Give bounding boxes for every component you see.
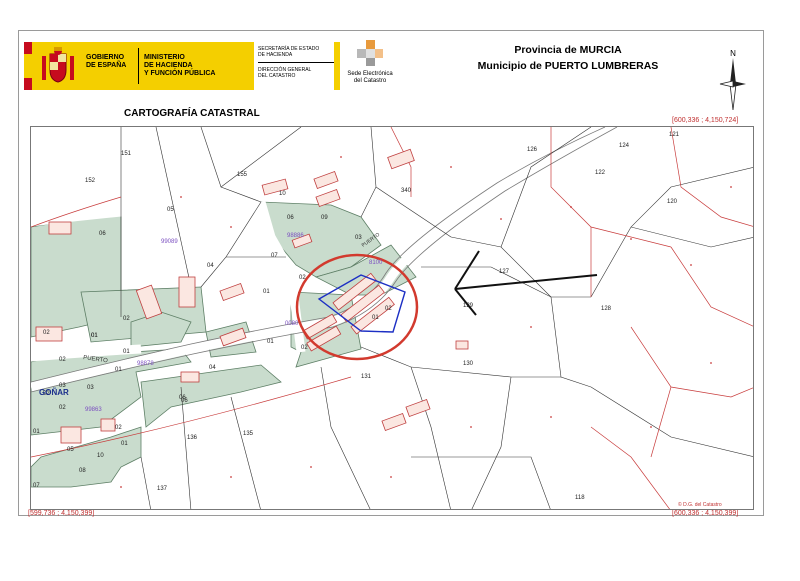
gobierno-text: GOBIERNO DE ESPAÑA (86, 54, 126, 70)
parcel-label: 131 (361, 374, 372, 380)
parcel-label: 152 (85, 178, 96, 184)
secretaria-line2: DE HACIENDA (258, 52, 293, 58)
parcel-label: 01 (372, 315, 379, 321)
provincia-text: Provincia de MURCIA (514, 44, 622, 56)
parcel-label: 130 (463, 361, 474, 367)
parcel-label: 01 (91, 333, 98, 339)
secretaria-text: SECRETARÍA DE ESTADO DE HACIENDA DIRECCI… (254, 42, 334, 90)
parcel-label: 08 (79, 468, 86, 474)
sede-line1: Sede Electrónica (347, 71, 393, 77)
parcel-label: 01 (115, 367, 122, 373)
parcel-label: 07 (271, 253, 278, 259)
parcel-label: 02 (59, 405, 66, 411)
parcel-label: 136 (187, 435, 198, 441)
parcel-label: 07 (33, 483, 40, 489)
block-code: 99863 (85, 407, 102, 413)
parcel-label: 03 (355, 235, 362, 241)
map-canvas[interactable]: 151 152 155 05 10 06 09 340 126 124 122 … (31, 127, 754, 510)
parcel-label: 126 (527, 147, 538, 153)
parcel-label: 151 (121, 151, 132, 157)
block-code: 98878 (137, 361, 154, 367)
parcel-label: 02 (385, 306, 392, 312)
parcel-label: 01 (267, 339, 274, 345)
parcel-label: 05 (167, 207, 174, 213)
parcel-label: 02 (299, 275, 306, 281)
ministerio-line2: DE HACIENDA (144, 62, 193, 69)
parcel-label: 04 (207, 263, 214, 269)
parcel-label: 137 (157, 486, 168, 492)
parcel-label: 01 (121, 441, 128, 447)
building (180, 371, 200, 383)
parcel-label: 04 (209, 365, 216, 371)
building (178, 276, 196, 308)
block-code: 98886 (287, 233, 304, 239)
parcel-label: 05 (67, 447, 74, 453)
parcel-label: 02 (59, 357, 66, 363)
parcel-label: 129 (463, 303, 474, 309)
map-title: CARTOGRAFÍA CATASTRAL (124, 108, 260, 119)
cadastral-map[interactable]: 151 152 155 05 10 06 09 340 126 124 122 … (30, 126, 754, 510)
location-title: Provincia de MURCIA Municipio de PUERTO … (438, 42, 698, 74)
gobierno-line2: DE ESPAÑA (86, 62, 127, 69)
north-arrow-icon: N (719, 49, 746, 111)
parcel-label: 06 (179, 395, 186, 401)
parcel-label: 01 (263, 289, 270, 295)
parcel-label: 155 (237, 172, 248, 178)
building (48, 221, 72, 235)
parcel-label: 122 (595, 170, 606, 176)
sede-electronica: Sede Electrónica del Catastro (340, 40, 400, 85)
parcel-label: 06 (99, 231, 106, 237)
north-label: N (730, 49, 736, 58)
parcel-label: 124 (619, 143, 630, 149)
parcel-label: 121 (669, 132, 680, 138)
gobierno-line1: GOBIERNO (86, 54, 125, 61)
place-name: GOÑAR (39, 388, 69, 397)
ministerio-line1: MINISTERIO (144, 54, 185, 61)
parcel-label: 02 (301, 345, 308, 351)
parcel-label: 120 (667, 199, 678, 205)
parcel-label: 127 (499, 269, 510, 275)
logo-divider (138, 48, 139, 84)
parcel-label: 128 (601, 306, 612, 312)
coord-bottom-left: [599,736 ; 4,150,399] (28, 510, 95, 517)
block-code: 0080 (285, 321, 299, 327)
parcel-label: 340 (401, 188, 412, 194)
coord-bottom-right: [600,336 ; 4,150,399] (672, 510, 739, 517)
coat-of-arms-icon (42, 47, 74, 83)
parcel-label: 02 (123, 316, 130, 322)
direccion-line2: DEL CATASTRO (258, 73, 296, 79)
parcel-label: 10 (279, 191, 286, 197)
flag-stripe-icon (24, 42, 32, 90)
block-code: 8100 (369, 260, 383, 266)
parcel-label: 02 (115, 425, 122, 431)
parcel-label: 10 (97, 453, 104, 459)
copyright: © D.G. del Catastro (678, 502, 722, 508)
building (455, 340, 469, 350)
block-code: 99089 (161, 239, 178, 245)
secretaria-divider (258, 62, 334, 63)
sede-catastro-logo-icon (357, 40, 383, 66)
sede-line2: del Catastro (353, 78, 387, 84)
parcel-label: 118 (575, 495, 585, 501)
building (60, 426, 82, 444)
parcel-label: 09 (321, 215, 328, 221)
ministerio-text: MINISTERIO DE HACIENDA Y FUNCIÓN PÚBLICA (144, 54, 215, 78)
coord-top-right: [600,336 ; 4,150,724] (672, 117, 739, 124)
building (100, 418, 116, 432)
parcel-label: 135 (243, 431, 254, 437)
parcel-label: 02 (43, 330, 50, 336)
ministerio-line3: Y FUNCIÓN PÚBLICA (144, 70, 216, 77)
municipio-text: Municipio de PUERTO LUMBRERAS (477, 60, 659, 72)
parcel-label: 01 (123, 349, 130, 355)
parcel-label: 06 (287, 215, 294, 221)
parcel-label: 03 (87, 385, 94, 391)
parcel-label: 01 (33, 429, 40, 435)
